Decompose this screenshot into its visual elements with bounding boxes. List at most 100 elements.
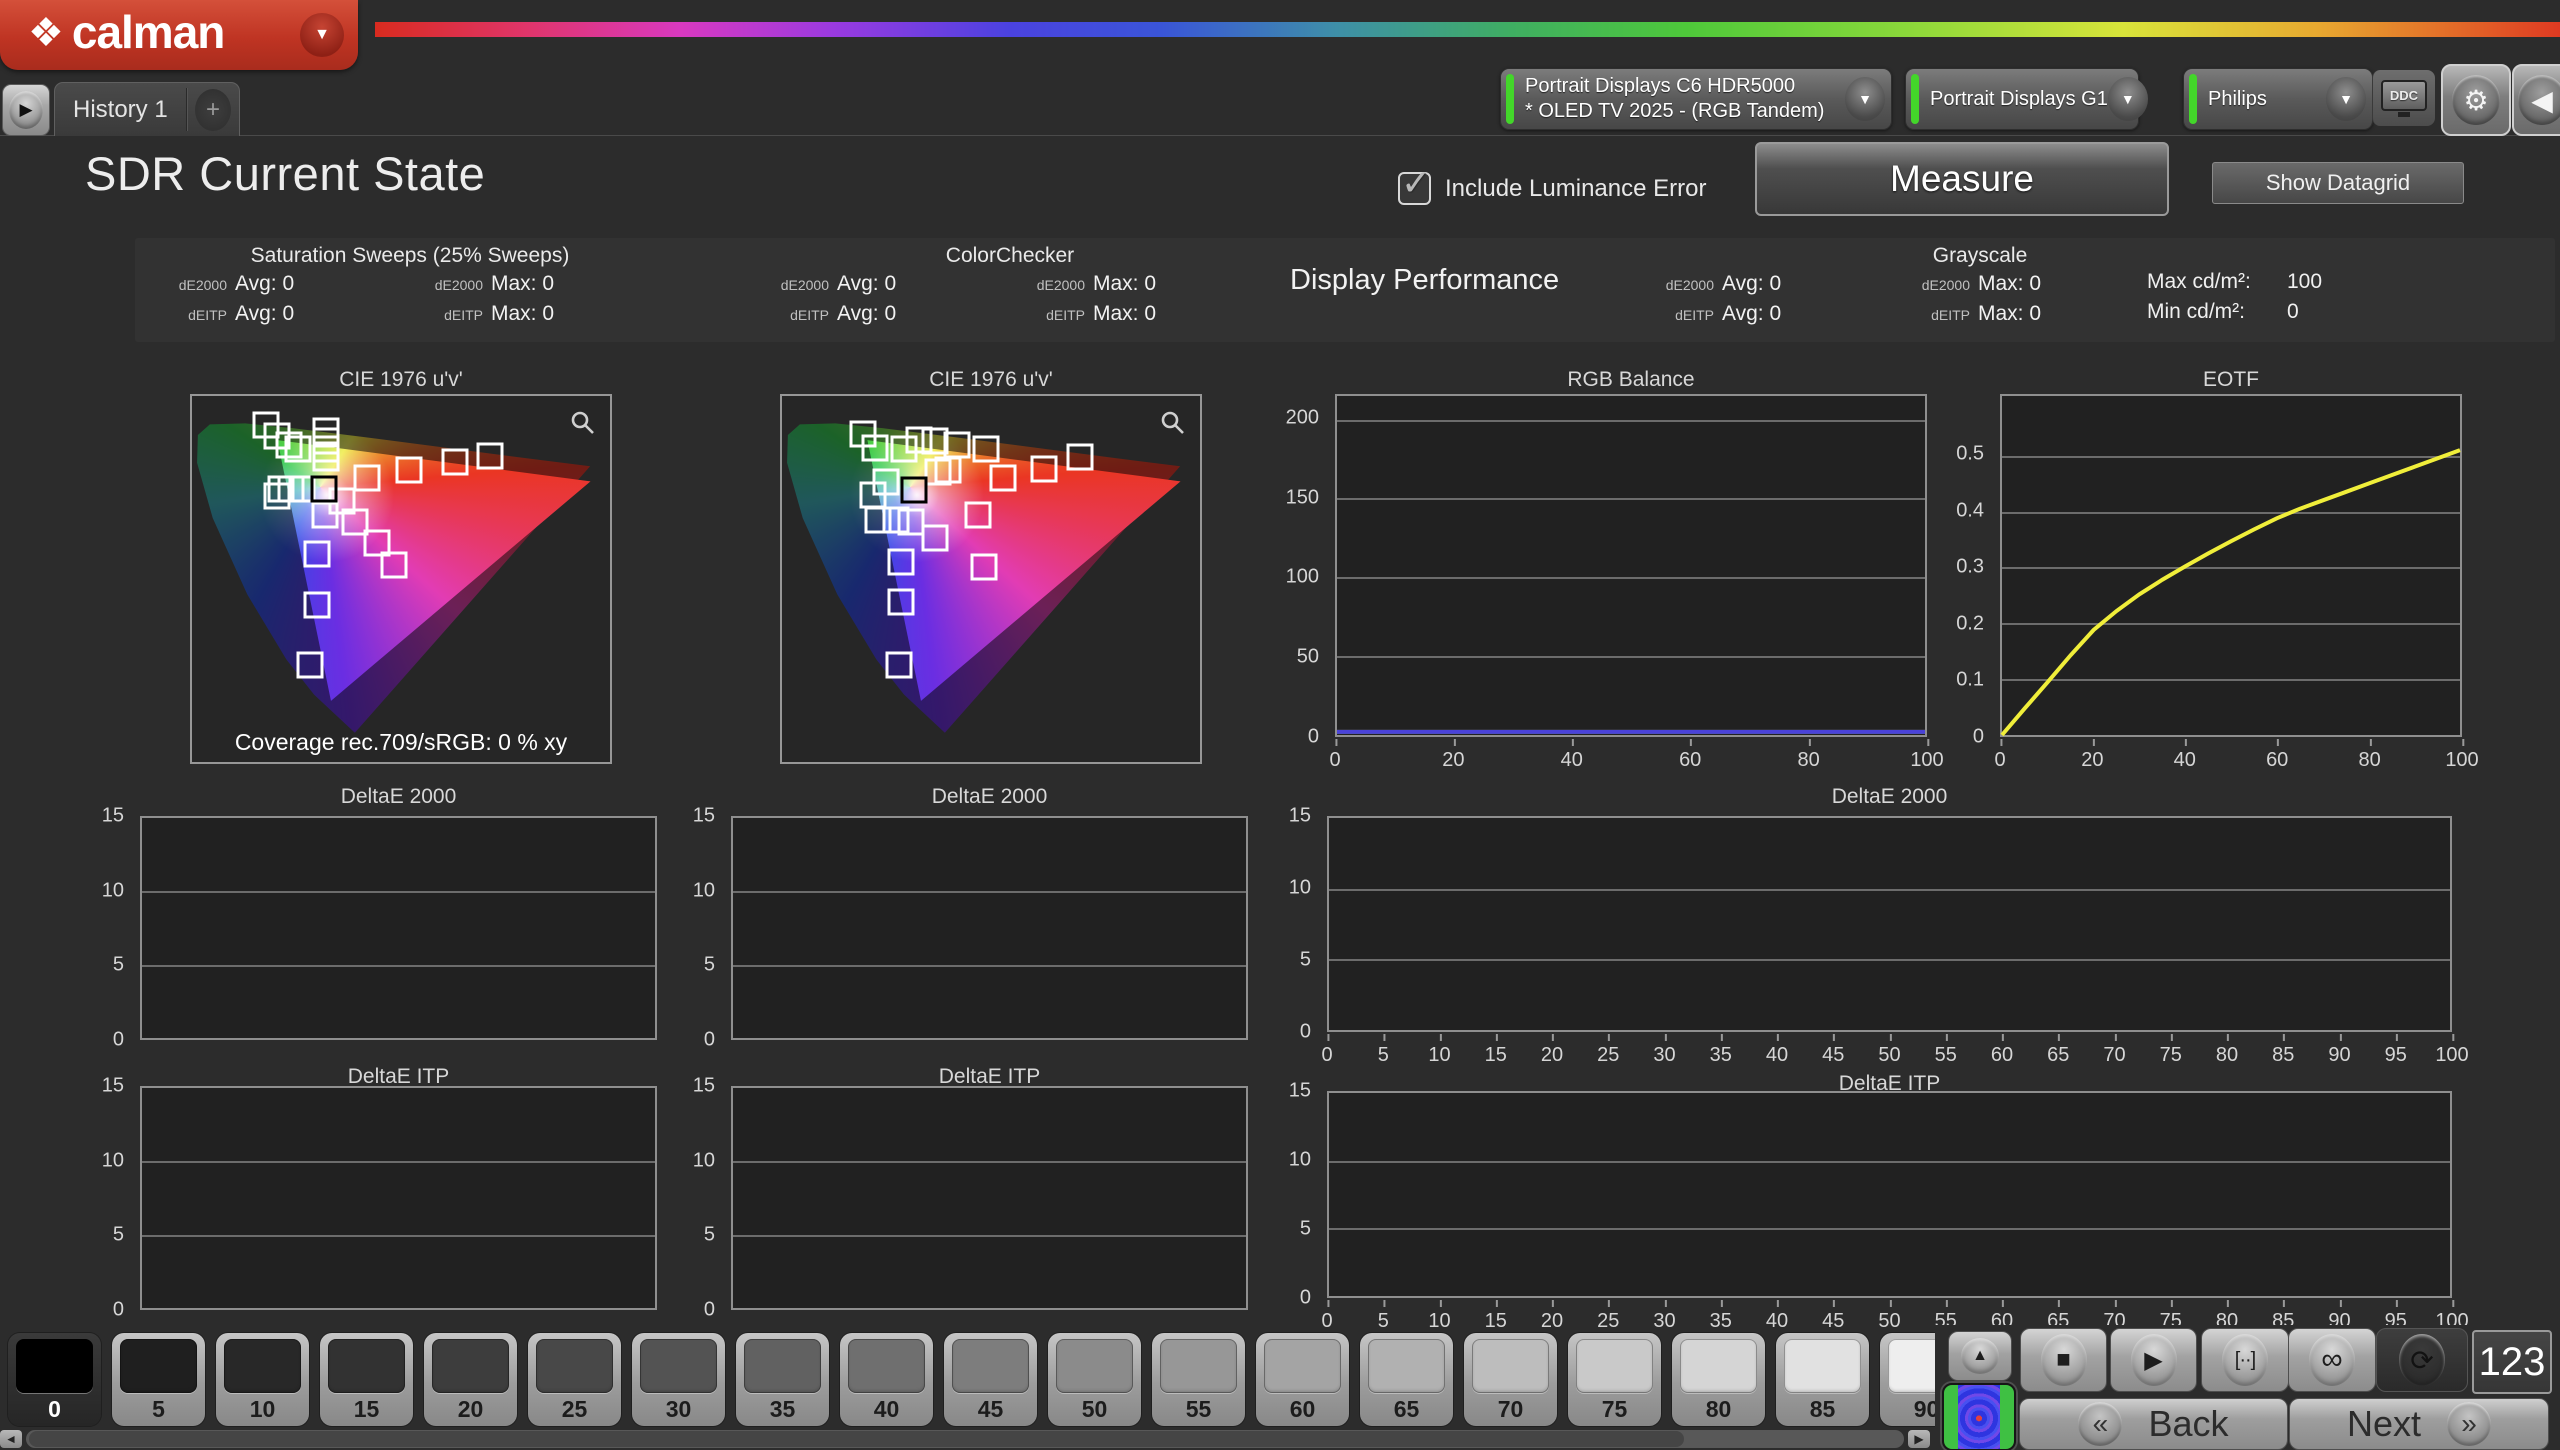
zoom-icon[interactable]	[570, 410, 596, 436]
scroll-right-icon[interactable]: ▶	[1908, 1430, 1930, 1448]
gridline	[1329, 959, 2450, 961]
plot-area	[2000, 394, 2462, 737]
gray-patch-85[interactable]: 85	[1776, 1333, 1869, 1426]
scroll-left-icon[interactable]: ◄	[0, 1430, 22, 1448]
y-tick-label: 0	[113, 1299, 124, 1322]
stat-cell: dEITPAvg: 0	[1650, 302, 1906, 332]
y-tick-label: 15	[693, 1075, 715, 1098]
gray-patch-55[interactable]: 55	[1152, 1333, 1245, 1426]
play-button[interactable]: ▶	[2110, 1328, 2197, 1392]
chart-cie-saturation: CIE 1976 u'v' Coverage rec.709/sRGB: 0 %…	[190, 368, 612, 768]
loop-button[interactable]: ∞	[2288, 1328, 2376, 1392]
patch-swatch	[224, 1339, 301, 1393]
luminance-row: Min cd/m²:0	[2147, 300, 2322, 330]
pattern-preview-thumbnail[interactable]	[1942, 1383, 2016, 1450]
patch-swatch	[1784, 1339, 1861, 1393]
y-axis-labels: 051015	[1272, 1091, 1321, 1298]
gray-patch-50[interactable]: 50	[1048, 1333, 1141, 1426]
ddc-control-button[interactable]: DDC	[2372, 70, 2435, 126]
include-luminance-checkbox[interactable]: ✓ Include Luminance Error	[1398, 172, 1706, 205]
y-tick-label: 0.4	[1956, 499, 1984, 522]
dropdown-arrow-icon[interactable]: ▼	[1845, 77, 1885, 121]
patch-label: 35	[736, 1396, 829, 1423]
gridline	[1329, 889, 2450, 891]
gray-patch-35[interactable]: 35	[736, 1333, 829, 1426]
stat-metric-label: dEITP	[1906, 307, 1970, 323]
add-tab-button[interactable]: +	[187, 89, 239, 131]
dropdown-arrow-icon[interactable]: ▼	[2108, 77, 2148, 121]
gray-patch-5[interactable]: 5	[112, 1333, 205, 1426]
x-tick-label: 0	[1329, 749, 1340, 772]
tab-scroll-arrow-icon: ▶	[9, 91, 43, 129]
y-tick-label: 0	[1300, 1021, 1311, 1044]
meter-dropdown-display[interactable]: Philips ▼	[2183, 68, 2373, 130]
back-button[interactable]: « Back	[2019, 1398, 2288, 1450]
plot-area	[1335, 394, 1927, 737]
chart-title: EOTF	[2000, 368, 2462, 392]
gray-patch-30[interactable]: 30	[632, 1333, 725, 1426]
x-tick-label: 80	[1797, 749, 1819, 772]
scrollbar-track[interactable]	[26, 1430, 1904, 1448]
plot-area	[731, 1086, 1248, 1310]
y-tick-label: 10	[102, 879, 124, 902]
logo-dropdown-arrow-icon[interactable]: ▼	[300, 13, 344, 57]
x-tick-label: 20	[1442, 749, 1464, 772]
scrollbar-thumb[interactable]	[29, 1431, 1684, 1447]
next-button[interactable]: Next »	[2289, 1398, 2549, 1450]
gray-patch-25[interactable]: 25	[528, 1333, 621, 1426]
collapse-strip-button[interactable]: ▲	[1948, 1331, 2012, 1381]
measurement-square	[263, 482, 290, 509]
gray-patch-40[interactable]: 40	[840, 1333, 933, 1426]
saturation-sweeps-stats: dE2000Avg: 0dE2000Max: 0dEITPAvg: 0dEITP…	[163, 272, 675, 332]
tab-history-1[interactable]: History 1 +	[54, 82, 240, 136]
gray-patch-65[interactable]: 65	[1360, 1333, 1453, 1426]
luminance-row: Max cd/m²:100	[2147, 270, 2322, 300]
y-tick-label: 15	[1289, 1080, 1311, 1103]
y-tick-label: 10	[693, 1149, 715, 1172]
settings-button[interactable]: ⚙	[2441, 64, 2511, 136]
gray-patch-75[interactable]: 75	[1568, 1333, 1661, 1426]
stat-cell: dEITPAvg: 0	[163, 302, 419, 332]
y-tick-label: 15	[102, 805, 124, 828]
calman-logo-button[interactable]: ❖ calman ▼	[0, 0, 358, 70]
x-tick-label: 15	[1485, 1310, 1507, 1333]
stat-value: Avg: 0	[837, 302, 896, 326]
patch-scrollbar[interactable]: ◄ ▶	[0, 1429, 1930, 1449]
tab-scroll-button[interactable]: ▶	[2, 84, 50, 136]
y-tick-label: 150	[1286, 486, 1319, 509]
pattern-counter: 123	[2472, 1330, 2552, 1394]
x-tick-label: 0	[1321, 1044, 1332, 1067]
y-tick-label: 5	[704, 954, 715, 977]
x-tick-label: 30	[1653, 1044, 1675, 1067]
gray-patch-60[interactable]: 60	[1256, 1333, 1349, 1426]
patch-label: 40	[840, 1396, 933, 1423]
stat-metric-label: dE2000	[1650, 277, 1714, 293]
chevron-up-icon: ▲	[1961, 1338, 1999, 1374]
stats-panel: Saturation Sweeps (25% Sweeps) dE2000Avg…	[135, 238, 2555, 342]
chart-title: CIE 1976 u'v'	[780, 368, 1202, 392]
meter-dropdown-probe[interactable]: Portrait Displays C6 HDR5000 * OLED TV 2…	[1500, 68, 1892, 130]
measure-button[interactable]: Measure	[1755, 142, 2169, 216]
stop-button[interactable]: ■	[2020, 1328, 2107, 1392]
y-tick-label: 10	[1289, 1148, 1311, 1171]
checkbox-box[interactable]: ✓	[1398, 172, 1431, 205]
measurement-square	[964, 502, 991, 529]
collapse-panel-button[interactable]: ◀	[2512, 64, 2560, 136]
gray-patch-15[interactable]: 15	[320, 1333, 413, 1426]
refresh-button[interactable]: ⟳	[2376, 1328, 2468, 1392]
x-tick-label: 80	[2216, 1044, 2238, 1067]
show-datagrid-button[interactable]: Show Datagrid	[2212, 162, 2464, 204]
zoom-icon[interactable]	[1160, 410, 1186, 436]
gray-patch-list: 051015202530354045505560657075808590	[8, 1333, 1973, 1426]
gray-patch-0[interactable]: 0	[8, 1333, 101, 1426]
stat-cell: dEITPMax: 0	[1021, 302, 1277, 332]
dropdown-arrow-icon[interactable]: ▼	[2326, 77, 2366, 121]
range-mode-button[interactable]: [··]	[2201, 1328, 2289, 1392]
gray-patch-10[interactable]: 10	[216, 1333, 309, 1426]
patch-label: 20	[424, 1396, 517, 1423]
gray-patch-80[interactable]: 80	[1672, 1333, 1765, 1426]
gray-patch-70[interactable]: 70	[1464, 1333, 1557, 1426]
gray-patch-45[interactable]: 45	[944, 1333, 1037, 1426]
meter-dropdown-source[interactable]: Portrait Displays G1 ▼	[1905, 68, 2139, 130]
gray-patch-20[interactable]: 20	[424, 1333, 517, 1426]
